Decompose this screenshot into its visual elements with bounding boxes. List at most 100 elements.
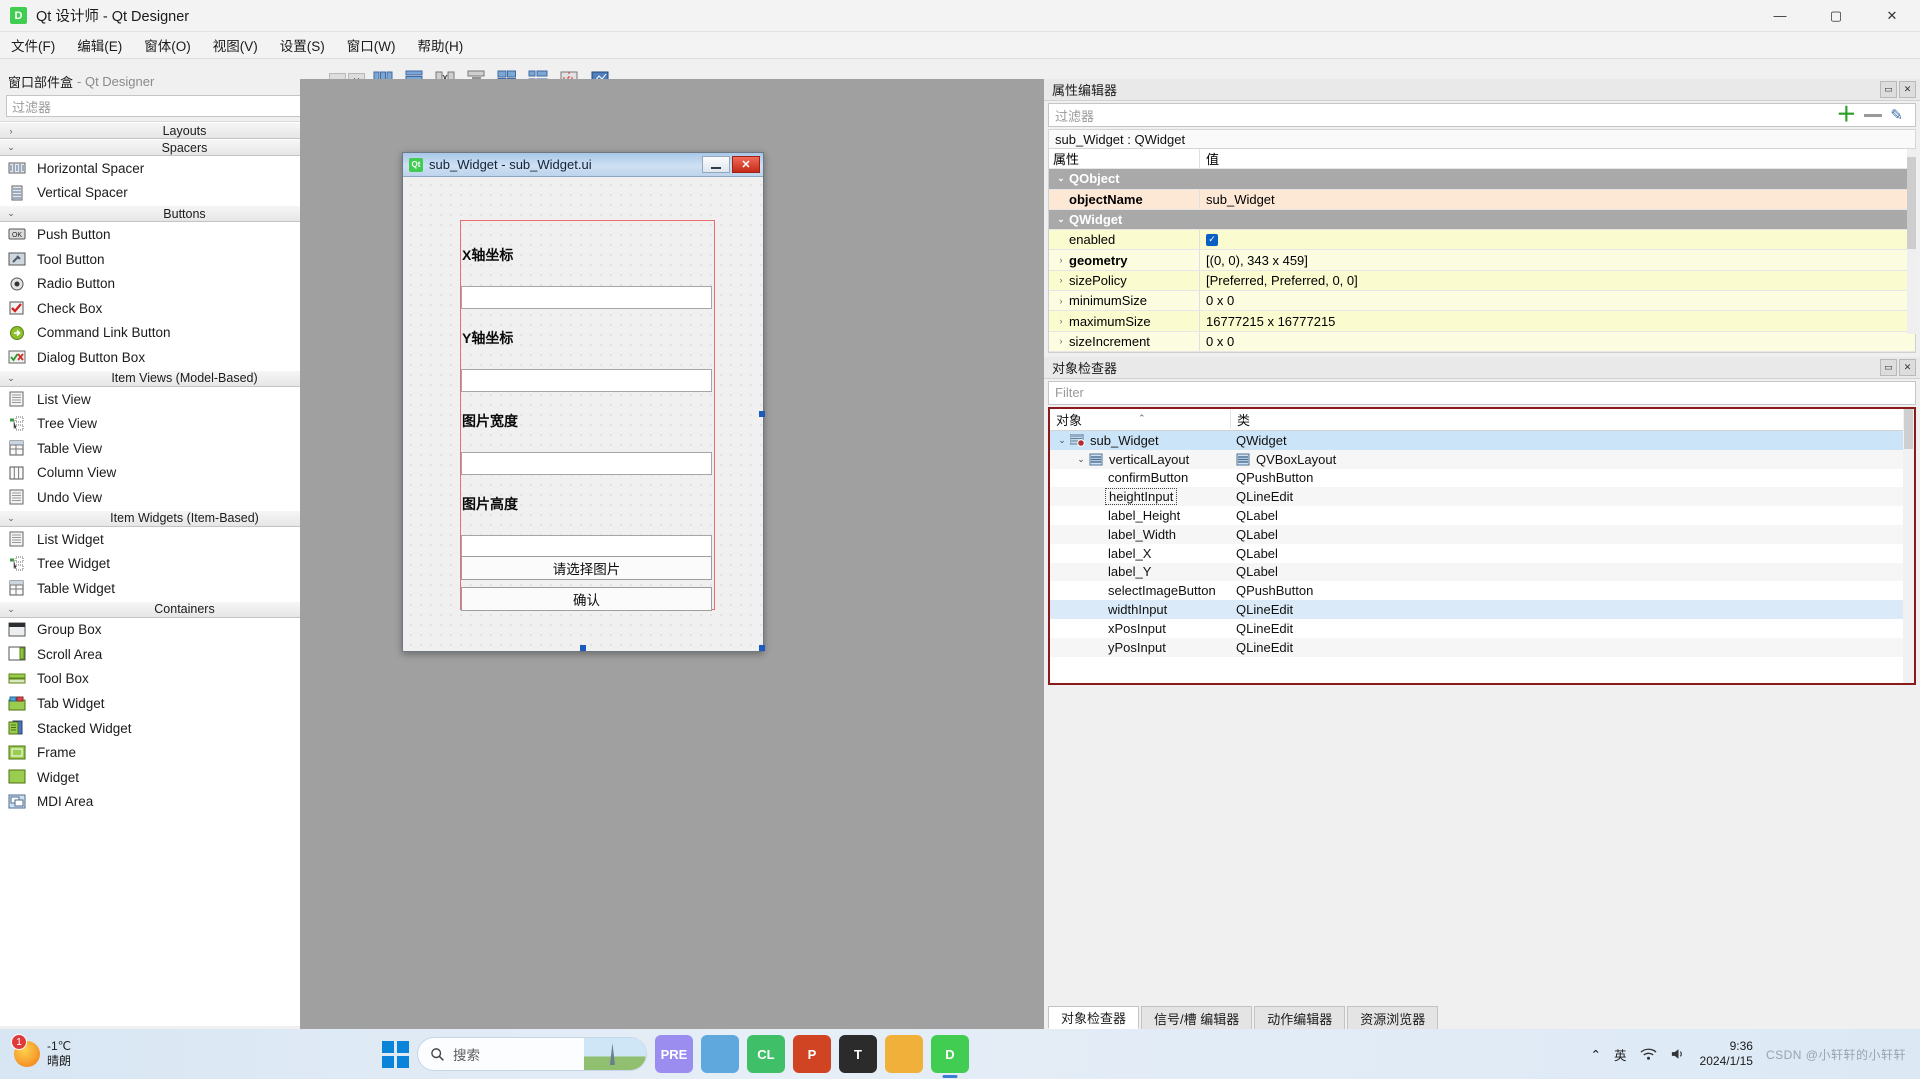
object-row-confirmButton[interactable]: confirmButton QPushButton	[1050, 469, 1914, 488]
menu-item-5[interactable]: 窗口(W)	[336, 31, 407, 59]
network-icon[interactable]	[1640, 1047, 1657, 1061]
tray-expand-icon[interactable]: ⌃	[1591, 1047, 1601, 1062]
taskbar-app-file-explorer-icon[interactable]	[884, 1035, 923, 1073]
property-value[interactable]: [Preferred, Preferred, 0, 0]	[1199, 270, 1915, 291]
taskbar-app-premiere-icon[interactable]: PRE	[654, 1035, 693, 1073]
property-editor-close-button[interactable]: ✕	[1899, 81, 1916, 98]
object-row-xPosInput[interactable]: xPosInput QLineEdit	[1050, 619, 1914, 638]
chevron-right-icon[interactable]: ›	[1053, 275, 1069, 285]
resize-grip-bottom-center[interactable]	[580, 645, 586, 651]
volume-icon[interactable]	[1670, 1047, 1687, 1061]
form-canvas-body[interactable]: X轴坐标 Y轴坐标图片宽度图片高度请选择图片确认	[403, 177, 765, 651]
property-name-column[interactable]: 属性	[1049, 149, 1199, 168]
menu-item-6[interactable]: 帮助(H)	[406, 31, 474, 59]
property-value[interactable]: sub_Widget	[1199, 189, 1915, 209]
form-label-2[interactable]: 图片宽度	[461, 390, 712, 452]
property-value[interactable]	[1199, 169, 1915, 188]
form-input-1[interactable]	[461, 369, 712, 392]
design-canvas[interactable]: Qt sub_Widget - sub_Widget.ui ✕ X轴坐标 Y轴坐标…	[300, 79, 1044, 1029]
bottom-tab-3[interactable]: 资源浏览器	[1347, 1006, 1439, 1029]
close-button[interactable]: ✕	[1864, 0, 1920, 32]
form-input-2[interactable]	[461, 452, 712, 475]
menu-item-1[interactable]: 编辑(E)	[66, 31, 133, 59]
object-row-verticalLayout[interactable]: ⌄ verticalLayout QVBoxLayout	[1050, 449, 1914, 469]
bottom-tab-2[interactable]: 动作编辑器	[1254, 1006, 1346, 1029]
form-label-1[interactable]: Y轴坐标	[461, 307, 712, 369]
property-value[interactable]: [(0, 0), 343 x 459]	[1199, 250, 1915, 270]
form-input-3[interactable]	[461, 535, 712, 558]
object-row-yPosInput[interactable]: yPosInput QLineEdit	[1050, 637, 1914, 657]
form-label-0[interactable]: X轴坐标	[461, 224, 712, 286]
class-column-header[interactable]: 类	[1230, 409, 1914, 429]
remove-property-icon[interactable]	[1864, 113, 1883, 117]
menu-item-2[interactable]: 窗体(O)	[133, 31, 202, 59]
bottom-tab-0[interactable]: 对象检查器	[1048, 1006, 1140, 1029]
configure-property-icon[interactable]: ✎	[1890, 106, 1903, 124]
object-inspector-filter-input[interactable]: Filter	[1048, 380, 1916, 405]
form-minimize-button[interactable]	[702, 156, 730, 173]
property-value[interactable]	[1199, 210, 1915, 229]
object-row-heightInput[interactable]: heightInput QLineEdit	[1050, 487, 1914, 507]
start-button-icon[interactable]	[381, 1040, 409, 1068]
chevron-down-icon[interactable]: ⌄	[1054, 435, 1070, 446]
chevron-down-icon[interactable]: ⌄	[1053, 214, 1069, 225]
property-row-geometry[interactable]: › geometry [(0, 0), 343 x 459]	[1049, 250, 1915, 271]
object-row-label_Height[interactable]: label_Height QLabel	[1050, 506, 1914, 525]
form-label-3[interactable]: 图片高度	[461, 473, 712, 535]
property-row-QWidget[interactable]: ⌄ QWidget	[1049, 209, 1915, 231]
property-value[interactable]: ✓	[1199, 230, 1915, 250]
property-row-QObject[interactable]: ⌄ QObject	[1049, 169, 1915, 190]
taskbar-search-box[interactable]: 搜索	[416, 1037, 647, 1071]
add-property-icon[interactable]: ＋	[1836, 105, 1856, 125]
confirm-button[interactable]: 确认	[461, 587, 712, 611]
property-row-enabled[interactable]: enabled ✓	[1049, 230, 1915, 251]
property-row-sizeIncrement[interactable]: › sizeIncrement 0 x 0	[1049, 331, 1915, 352]
form-input-0[interactable]	[461, 286, 712, 309]
menu-item-0[interactable]: 文件(F)	[0, 31, 66, 59]
chevron-right-icon[interactable]: ›	[1053, 296, 1069, 306]
resize-grip-right-center[interactable]	[759, 411, 765, 417]
object-row-widthInput[interactable]: widthInput QLineEdit	[1050, 600, 1914, 619]
object-inspector-float-button[interactable]: ▭	[1880, 358, 1897, 376]
chevron-right-icon[interactable]: ›	[1053, 336, 1069, 346]
chevron-down-icon[interactable]: ⌄	[1053, 173, 1069, 184]
property-value[interactable]: 16777215 x 16777215	[1199, 311, 1915, 331]
property-value[interactable]: 0 x 0	[1199, 331, 1915, 351]
property-row-maximumSize[interactable]: › maximumSize 16777215 x 16777215	[1049, 311, 1915, 332]
taskbar-app-explorer2-icon[interactable]	[700, 1035, 739, 1073]
property-value[interactable]: 0 x 0	[1199, 291, 1915, 311]
minimize-button[interactable]: —	[1752, 0, 1808, 32]
chevron-right-icon[interactable]: ›	[1053, 255, 1069, 265]
taskbar-app-clion-icon[interactable]: CL	[746, 1035, 785, 1073]
menu-item-4[interactable]: 设置(S)	[269, 31, 336, 59]
bottom-tab-1[interactable]: 信号/槽 编辑器	[1141, 1006, 1253, 1029]
form-window[interactable]: Qt sub_Widget - sub_Widget.ui ✕ X轴坐标 Y轴坐标…	[402, 152, 765, 652]
maximize-button[interactable]: ▢	[1808, 0, 1864, 32]
enabled-checkbox[interactable]: ✓	[1206, 233, 1218, 246]
object-row-label_X[interactable]: label_X QLabel	[1050, 544, 1914, 563]
taskbar-app-typora-icon[interactable]: T	[838, 1035, 877, 1073]
object-inspector-close-button[interactable]: ✕	[1899, 358, 1916, 376]
property-filter-input[interactable]: 过滤器	[1055, 106, 1094, 125]
object-inspector-scrollbar[interactable]	[1903, 408, 1914, 683]
ime-indicator[interactable]: 英	[1614, 1045, 1627, 1064]
menu-item-3[interactable]: 视图(V)	[202, 31, 269, 59]
chevron-right-icon[interactable]: ›	[1053, 316, 1069, 326]
object-row-label_Width[interactable]: label_Width QLabel	[1050, 524, 1914, 544]
form-close-button[interactable]: ✕	[732, 156, 760, 173]
taskbar-app-qt-designer-icon[interactable]: D	[930, 1035, 969, 1073]
taskbar-clock[interactable]: 9:36 2024/1/15	[1700, 1039, 1753, 1069]
property-row-minimumSize[interactable]: › minimumSize 0 x 0	[1049, 291, 1915, 312]
weather-widget[interactable]: 1 -1℃ 晴朗	[11, 1034, 71, 1069]
select-image-button[interactable]: 请选择图片	[461, 556, 712, 580]
taskbar-app-powerpoint-icon[interactable]: P	[792, 1035, 831, 1073]
object-inspector-tree[interactable]: 对象 ⌃ 类 ⌄ sub_Widget QWidget ⌄ verticalLayout…	[1048, 406, 1916, 685]
chevron-down-icon[interactable]: ⌄	[1073, 454, 1089, 465]
resize-grip-bottom-right[interactable]	[759, 645, 765, 651]
object-row-selectImageButton[interactable]: selectImageButton QPushButton	[1050, 581, 1914, 600]
object-row-sub_Widget[interactable]: ⌄ sub_Widget QWidget	[1050, 430, 1914, 450]
property-row-objectName[interactable]: objectName sub_Widget	[1049, 189, 1915, 210]
object-row-label_Y[interactable]: label_Y QLabel	[1050, 562, 1914, 582]
property-editor-float-button[interactable]: ▭	[1880, 81, 1897, 98]
object-column-header[interactable]: 对象 ⌃	[1050, 410, 1230, 429]
